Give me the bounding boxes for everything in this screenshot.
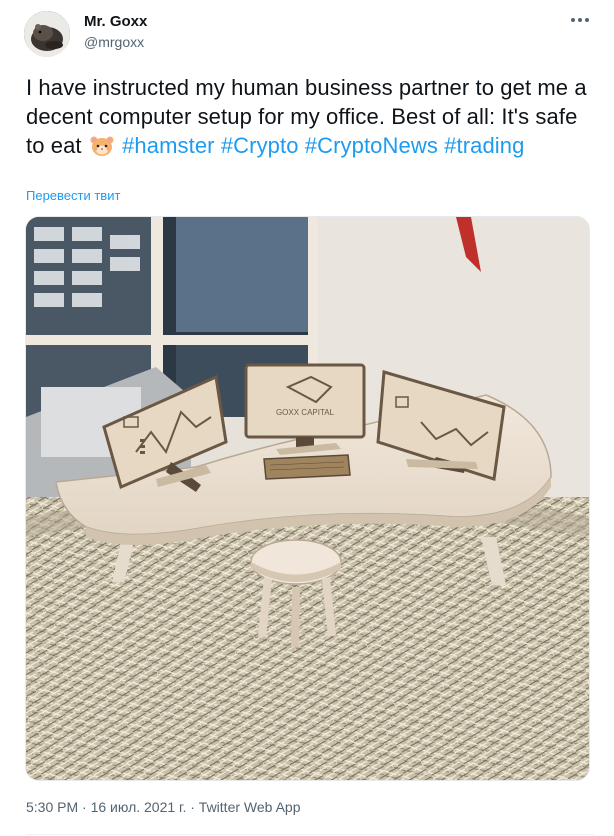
- tweet-source-app[interactable]: Twitter Web App: [199, 799, 301, 815]
- avatar[interactable]: [24, 11, 70, 57]
- tweet-meta: 5:30 PM · 16 июл. 2021 г. · Twitter Web …: [26, 799, 300, 815]
- center-monitor-label: GOXX CAPITAL: [276, 408, 335, 417]
- hashtag-link[interactable]: #CryptoNews: [305, 133, 438, 158]
- divider: [26, 834, 594, 835]
- hashtag-link[interactable]: #hamster: [122, 133, 215, 158]
- meta-separator: ·: [78, 799, 91, 815]
- more-dot-icon: [585, 18, 589, 22]
- more-dot-icon: [578, 18, 582, 22]
- hashtag-link[interactable]: #Crypto: [221, 133, 299, 158]
- author-name[interactable]: Mr. Goxx: [84, 13, 147, 30]
- author-handle[interactable]: @mrgoxx: [84, 34, 144, 50]
- meta-separator: ·: [186, 799, 199, 815]
- hamster-emoji-icon: [90, 136, 114, 156]
- office-photo-illustration: GOXX CAPITAL: [26, 217, 589, 780]
- more-dot-icon: [571, 18, 575, 22]
- tweet-photo[interactable]: GOXX CAPITAL: [25, 216, 590, 781]
- tweet-time[interactable]: 5:30 PM: [26, 799, 78, 815]
- tweet: Mr. Goxx @mrgoxx I have instructed my hu…: [0, 0, 614, 836]
- translate-tweet-link[interactable]: Перевести твит: [26, 188, 120, 203]
- more-options-button[interactable]: [566, 10, 594, 30]
- tweet-date[interactable]: 16 июл. 2021 г.: [91, 799, 187, 815]
- hashtag-link[interactable]: #trading: [444, 133, 524, 158]
- tweet-text: I have instructed my human business part…: [26, 73, 596, 160]
